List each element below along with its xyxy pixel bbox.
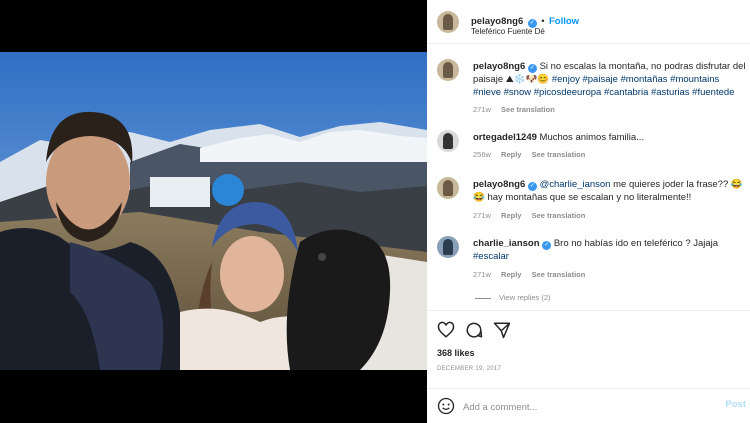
action-bar	[427, 310, 750, 344]
caption-item: pelayo8ng6 ✓ Si no escalas la montaña, n…	[437, 59, 750, 119]
comment-meta: 271w Reply See translation	[473, 211, 585, 220]
separator-dot: •	[541, 16, 545, 27]
verified-badge-icon: ✓	[527, 182, 537, 191]
see-translation-button[interactable]: See translation	[532, 270, 586, 279]
author-username[interactable]: pelayo8ng6	[471, 16, 523, 27]
post-date: DECEMBER 19, 2017	[437, 366, 502, 372]
emoji-icon[interactable]	[437, 397, 455, 415]
verified-badge-icon: ✓	[542, 241, 552, 250]
see-translation-button[interactable]: See translation	[532, 150, 586, 159]
caption-time[interactable]: 271w	[473, 105, 491, 114]
add-comment-bar: Post	[427, 388, 750, 423]
comment-text: pelayo8ng6 ✓ @charlie_ianson me quieres …	[473, 178, 749, 204]
verified-badge-icon: ✓	[527, 64, 537, 73]
reply-button[interactable]: Reply	[501, 150, 521, 159]
reply-button[interactable]: Reply	[501, 270, 521, 279]
likes-count[interactable]: 368 likes	[437, 348, 475, 358]
post-header: pelayo8ng6 ✓ • Follow Teleférico Fuente …	[427, 0, 750, 44]
follow-button[interactable]: Follow	[549, 16, 579, 27]
comment-icon[interactable]	[465, 321, 483, 339]
comment-item: charlie_ianson ✓ Bro no habías ido en te…	[437, 236, 750, 280]
share-icon[interactable]	[493, 321, 511, 339]
caption-username[interactable]: pelayo8ng6	[473, 61, 525, 72]
selfie-mountain-photo	[0, 52, 427, 370]
commenter-username[interactable]: pelayo8ng6	[473, 179, 525, 190]
comment-mention[interactable]: @charlie_ianson	[540, 179, 611, 190]
location-link[interactable]: Teleférico Fuente Dé	[471, 27, 545, 36]
author-avatar[interactable]	[437, 11, 459, 33]
see-translation-button[interactable]: See translation	[532, 211, 586, 220]
comment-meta: 271w Reply See translation	[473, 270, 585, 279]
see-translation-button[interactable]: See translation	[501, 105, 555, 114]
comment-time[interactable]: 256w	[473, 150, 491, 159]
caption-meta: 271w See translation	[473, 105, 555, 114]
comment-item: pelayo8ng6 ✓ @charlie_ianson me quieres …	[437, 177, 750, 221]
commenter-username[interactable]: ortegadel1249	[473, 132, 537, 143]
caption-emojis: ⛰❄️🐶😊	[505, 74, 550, 85]
comment-meta: 256w Reply See translation	[473, 150, 585, 159]
comment-time[interactable]: 271w	[473, 270, 491, 279]
commenter-avatar[interactable]	[437, 130, 459, 152]
comment-item: ortegadel1249 Muchos animos familia... 2…	[437, 130, 750, 160]
comment-body: Muchos animos familia...	[539, 132, 645, 143]
comment-time[interactable]: 271w	[473, 211, 491, 220]
post-photo[interactable]	[0, 52, 427, 370]
commenter-avatar[interactable]	[437, 236, 459, 258]
post-side-panel: pelayo8ng6 ✓ • Follow Teleférico Fuente …	[427, 0, 750, 423]
view-replies-button[interactable]: View replies (2)	[499, 293, 551, 302]
commenter-username[interactable]: charlie_ianson	[473, 238, 540, 249]
comment-hashtag[interactable]: #escalar	[473, 251, 509, 262]
comments-list: pelayo8ng6 ✓ Si no escalas la montaña, n…	[427, 45, 750, 310]
post-comment-button[interactable]: Post	[725, 399, 746, 410]
add-comment-input[interactable]	[463, 398, 733, 416]
post-media-pane	[0, 0, 427, 423]
reply-button[interactable]: Reply	[501, 211, 521, 220]
caption-text: pelayo8ng6 ✓ Si no escalas la montaña, n…	[473, 60, 749, 99]
comment-body-line2: 😂 hay montañas que se escalan y no liter…	[473, 192, 692, 203]
heart-icon[interactable]	[437, 321, 455, 339]
comment-text: charlie_ianson ✓ Bro no habías ido en te…	[473, 237, 749, 263]
comment-body: Bro no habías ido en teleférico ? Jajaja	[553, 238, 719, 249]
caption-avatar[interactable]	[437, 59, 459, 81]
comment-body: me quieres joder la frase?? 😂	[610, 179, 743, 190]
comment-text: ortegadel1249 Muchos animos familia...	[473, 131, 749, 144]
commenter-avatar[interactable]	[437, 177, 459, 199]
